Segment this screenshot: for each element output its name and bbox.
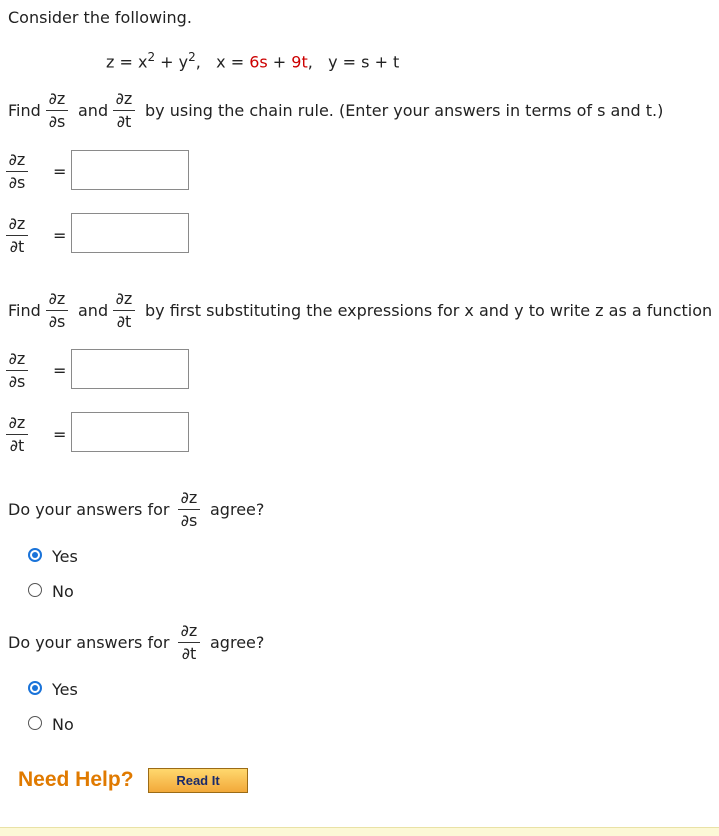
find-label-2: Find [8,301,41,320]
answer-input-dz-ds-chain[interactable] [71,150,189,190]
fraction-dz-ds: ∂z ∂s [46,291,68,330]
radio-label-yes-t[interactable]: Yes [52,680,78,699]
fraction-numerator: ∂z [8,349,26,368]
fraction-numerator: ∂z [48,89,66,108]
equals-sign: = [53,226,67,245]
fraction-dz-dt: ∂z ∂t [178,623,200,662]
answer-input-dz-ds-substitution[interactable] [71,349,189,389]
read-it-button[interactable]: Read It [148,768,248,793]
fraction-dz-dt: ∂z ∂t [6,216,28,255]
find-label-1: Find [8,101,41,120]
intro-text: Consider the following. [8,8,192,27]
eq-z: z = x [106,52,148,72]
eq-x-plus: + [267,52,292,72]
fraction-denominator: ∂s [48,312,66,331]
instruction-chain-rule: by using the chain rule. (Enter your ans… [145,101,664,120]
agree-question-t-prefix: Do your answers for [8,633,170,652]
fraction-denominator: ∂t [116,312,132,331]
radio-label-no-t[interactable]: No [52,715,74,734]
and-label-2: and [78,301,109,320]
equals-sign: = [53,361,67,380]
agree-question-s-prefix: Do your answers for [8,500,170,519]
fraction-numerator: ∂z [115,289,133,308]
radio-label-yes-s[interactable]: Yes [52,547,78,566]
radio-yes-t[interactable] [28,681,42,695]
fraction-denominator: ∂s [180,511,198,530]
fraction-dz-ds: ∂z ∂s [6,351,28,390]
problem-equation: z = x2 + y2, x = 6s + 9t, y = s + t [106,50,399,71]
fraction-denominator: ∂t [181,644,197,663]
fraction-dz-ds: ∂z ∂s [6,152,28,191]
eq-comma: , [195,52,201,72]
fraction-numerator: ∂z [180,488,198,507]
eq-sup2: 2 [188,50,196,64]
fraction-numerator: ∂z [48,289,66,308]
eq-x: x = [216,52,250,72]
fraction-numerator: ∂z [180,621,198,640]
fraction-dz-dt: ∂z ∂t [113,91,135,130]
fraction-denominator: ∂s [8,372,26,391]
equals-sign: = [53,162,67,181]
fraction-denominator: ∂t [9,436,25,455]
equals-sign: = [53,425,67,444]
radio-yes-s[interactable] [28,548,42,562]
agree-question-s-suffix: agree? [210,500,265,519]
fraction-numerator: ∂z [8,214,26,233]
instruction-substitution: by first substituting the expressions fo… [145,301,713,320]
fraction-denominator: ∂s [8,173,26,192]
fraction-numerator: ∂z [115,89,133,108]
need-help-label: Need Help? [18,768,134,791]
and-label-1: and [78,101,109,120]
radio-label-no-s[interactable]: No [52,582,74,601]
eq-y: y = s + t [328,52,400,72]
fraction-denominator: ∂s [48,112,66,131]
fraction-numerator: ∂z [8,150,26,169]
fraction-numerator: ∂z [8,413,26,432]
fraction-dz-ds: ∂z ∂s [178,490,200,529]
eq-plus: + y [155,52,189,72]
fraction-denominator: ∂t [116,112,132,131]
fraction-dz-dt: ∂z ∂t [6,415,28,454]
radio-no-t[interactable] [28,716,42,730]
fraction-dz-dt: ∂z ∂t [113,291,135,330]
eq-sup1: 2 [147,50,156,64]
fraction-dz-ds: ∂z ∂s [46,91,68,130]
eq-x-comma: , [307,52,313,72]
eq-x-6s: 6s [249,52,268,72]
answer-input-dz-dt-chain[interactable] [71,213,189,253]
fraction-denominator: ∂t [9,237,25,256]
agree-question-t-suffix: agree? [210,633,265,652]
answer-input-dz-dt-substitution[interactable] [71,412,189,452]
eq-x-9t: 9t [291,52,308,72]
radio-no-s[interactable] [28,583,42,597]
